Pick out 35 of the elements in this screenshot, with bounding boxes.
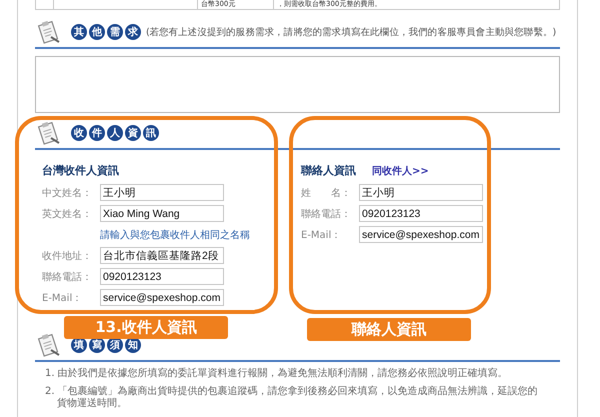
field-label: 姓 名： [301,186,352,200]
heading-badge: 資 [125,125,141,141]
input-field[interactable]: 王小明 [100,184,224,201]
input-field[interactable]: service@spexeshop.com [359,226,483,243]
heading-badge: 件 [89,125,105,141]
input-field[interactable]: 0920123123 [359,205,483,222]
copy-link[interactable]: 同收件人>> [372,164,429,178]
heading-badge: 他 [89,24,105,40]
heading-badge: 需 [107,24,123,40]
field-label: E-Mail： [301,228,342,242]
input-field[interactable]: 台北市信義區基隆路2段 [100,247,224,264]
callout-label: 13.收件人資訊 [64,316,228,339]
input-field[interactable]: 0920123123 [100,268,224,285]
hint-text: 請輸入與您包裹收件人相同之名稱 [100,228,250,242]
field-label: 英文姓名： [42,208,93,220]
field-label: 中文姓名： [42,186,93,200]
callout-label: 聯絡人資訊 [307,318,471,341]
field-label: E-Mail： [42,292,84,304]
heading-badge: 求 [125,24,141,40]
heading-note: (若您有上述沒提到的服務需求，請將您的需求填寫在此欄位，我們的客服專員會主動與您聯繫。) [146,26,556,38]
heading-badge: 收 [71,125,87,141]
input-field[interactable]: 王小明 [359,184,483,201]
heading-badge: 人 [107,125,123,141]
field-label: 收件地址： [42,250,93,262]
heading-badge: 訊 [143,125,159,141]
section-title: 台灣收件人資訊 [42,163,119,178]
note-text: 1. 由於我們是依據您所填寫的委託單資料進行報關，為避免無法順利清關，請您務必依照說明正確填寫。 [45,368,509,380]
text-area[interactable] [35,56,560,113]
note-text: 2. 「包裹編號」為廠商出貨時提供的包裹追蹤碼，請您拿到後務必回來填寫，以免造成商品無法辨識，延誤您的貨物運送時間。 [45,386,539,410]
field-label: 聯絡電話： [42,270,93,284]
section-title: 聯絡人資訊 [301,163,356,178]
input-field[interactable]: service@spexeshop.com [100,289,224,306]
heading-badge: 其 [71,24,87,40]
field-label: 聯絡電話： [301,208,352,220]
input-field[interactable]: Xiao Ming Wang [100,205,224,222]
